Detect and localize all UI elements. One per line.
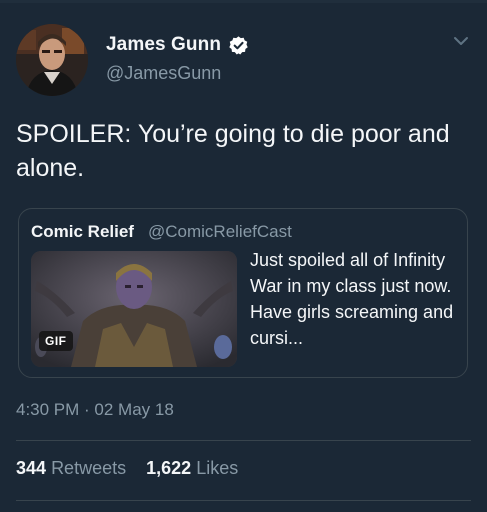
quoted-tweet[interactable]: Comic Relief @ComicReliefCast GIF Just s… [18,208,468,378]
verified-badge-icon [229,36,248,55]
quoted-author-handle: @ComicReliefCast [148,222,292,241]
gif-badge: GIF [39,331,73,351]
avatar[interactable] [16,24,88,96]
retweets-label: Retweets [51,458,127,478]
divider [16,500,471,501]
retweets-count: 344 [16,458,47,478]
tweet[interactable]: James Gunn @JamesGunn SPOILER: You’re go… [0,0,487,512]
retweets-stat[interactable]: 344 Retweets [16,458,126,478]
quoted-tweet-text: Just spoiled all of Infinity War in my c… [250,250,454,348]
likes-stat[interactable]: 1,622 Likes [146,458,238,478]
chevron-down-icon[interactable] [452,34,470,48]
divider [16,440,471,441]
author-handle[interactable]: @JamesGunn [106,63,221,84]
author-name[interactable]: James Gunn [106,34,221,56]
tweet-text: SPOILER: You’re going to die poor and al… [16,120,450,182]
likes-count: 1,622 [146,458,192,478]
quoted-gif-thumbnail[interactable]: GIF [31,251,237,367]
tweet-timestamp[interactable]: 4:30 PM · 02 May 18 [16,400,174,420]
quoted-author-name: Comic Relief [31,222,134,241]
likes-label: Likes [196,458,239,478]
avatar-image [16,24,88,96]
engagement-stats: 344 Retweets 1,622 Likes [16,458,238,479]
